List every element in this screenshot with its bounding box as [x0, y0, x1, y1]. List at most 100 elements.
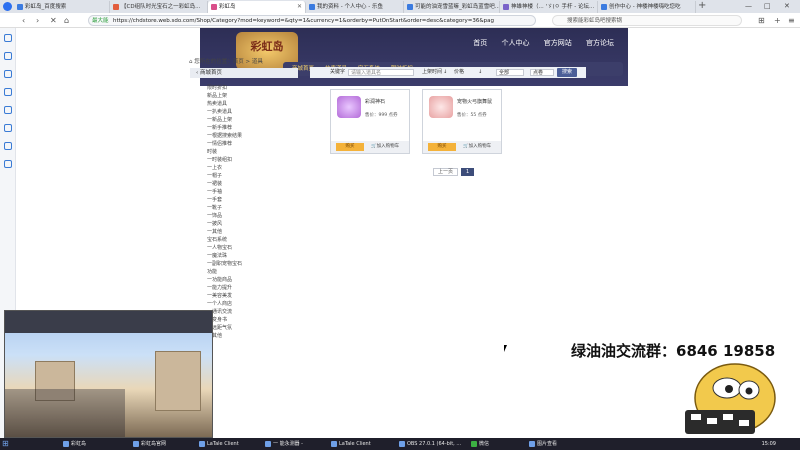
taskbar-item[interactable]: 彩虹岛: [62, 438, 86, 450]
product-image[interactable]: [337, 96, 361, 118]
category-item[interactable]: 一功能商品: [207, 276, 297, 284]
category-item[interactable]: 一通讯交流: [207, 308, 297, 316]
category-item[interactable]: 一手套: [207, 196, 297, 204]
taskbar-item[interactable]: LaTale Client: [330, 438, 371, 450]
browser-tab[interactable]: 神雄神楼（... 'ゞ(ㅇ 手杆 - 论坛...: [500, 1, 598, 13]
product-actions: 购买 🛒加入购物车: [423, 141, 501, 153]
category-item[interactable]: 一副职宠物宝石: [207, 260, 297, 268]
category-item[interactable]: 一魔法珠: [207, 252, 297, 260]
category-item[interactable]: 一新手推荐: [207, 124, 297, 132]
category-item[interactable]: 功能: [207, 268, 297, 276]
category-item[interactable]: 一能力提升: [207, 284, 297, 292]
category-item[interactable]: 一其他: [207, 228, 297, 236]
category-item[interactable]: 热卖道具: [207, 100, 297, 108]
category-header[interactable]: ‹ 商城首页: [190, 68, 298, 78]
forward-icon[interactable]: ›: [36, 14, 39, 27]
product-name[interactable]: 彩润神石: [365, 98, 385, 105]
url-bar[interactable]: 最大能 https://chdstore.web.sdo.com/Shop/Ca…: [88, 15, 536, 26]
category-item[interactable]: 一靴子: [207, 204, 297, 212]
browser-tab[interactable]: 我的资料 - 个人中心 - 乐鱼: [306, 1, 404, 13]
mouse-cursor-icon: [504, 345, 510, 352]
category-item[interactable]: 一饰品: [207, 212, 297, 220]
category-item[interactable]: 一情侣推荐: [207, 140, 297, 148]
close-window-icon[interactable]: ✕: [784, 0, 790, 13]
search-icon[interactable]: [4, 70, 12, 78]
notes-icon[interactable]: [4, 124, 12, 132]
nav-user-center[interactable]: 个人中心: [502, 39, 530, 47]
taskbar: ⊞ 彩虹岛 彩虹岛官网 LaTale Client 一 能永测器 - LaTal…: [0, 438, 800, 450]
prev-page-button[interactable]: 上一页: [433, 168, 459, 176]
keyword-input[interactable]: 请输入道具名: [348, 69, 414, 76]
game-icon[interactable]: [4, 88, 12, 96]
category-item[interactable]: 宝石系统: [207, 236, 297, 244]
category-item[interactable]: 一时装组扣: [207, 156, 297, 164]
app-icon: [529, 441, 535, 447]
buy-button[interactable]: 购买: [428, 143, 456, 151]
maximize-icon[interactable]: □: [764, 0, 771, 13]
category-item[interactable]: 一根据搜索结果: [207, 132, 297, 140]
home-icon[interactable]: ⌂: [64, 14, 69, 27]
category-item[interactable]: 一远距气氛: [207, 324, 297, 332]
nav-home[interactable]: 首页: [473, 39, 487, 47]
category-item[interactable]: 时装: [207, 148, 297, 156]
search-hint-box[interactable]: 搜索能彩虹岛吧搜索锅: [552, 15, 742, 26]
browser-tab[interactable]: 彩虹岛_百度搜索: [14, 1, 110, 13]
category-select[interactable]: 全部: [496, 69, 524, 76]
url-text: https://chdstore.web.sdo.com/Shop/Catego…: [113, 18, 495, 24]
product-image[interactable]: [429, 96, 453, 118]
taskbar-item[interactable]: 彩虹岛官网: [132, 438, 166, 450]
point-select[interactable]: 点卷: [530, 69, 554, 76]
category-item[interactable]: 一个人商店: [207, 300, 297, 308]
category-item[interactable]: 一裙装: [207, 180, 297, 188]
nav-forum[interactable]: 官方论坛: [586, 39, 614, 47]
buy-button[interactable]: 购买: [336, 143, 364, 151]
close-tab-icon[interactable]: ✕: [297, 1, 302, 13]
keyword-label: 关键字: [330, 69, 346, 75]
tab-favicon-icon: [309, 4, 315, 10]
extensions-icon[interactable]: ⊞: [758, 14, 765, 27]
close-page-icon[interactable]: ✕: [50, 14, 57, 27]
taskbar-item[interactable]: 图片查看: [528, 438, 557, 450]
taskbar-item[interactable]: LaTale Client: [198, 438, 239, 450]
history-icon[interactable]: [4, 52, 12, 60]
date-sort[interactable]: ↓: [443, 67, 447, 78]
start-icon[interactable]: ⊞: [2, 438, 9, 450]
back-icon[interactable]: ‹: [22, 14, 25, 27]
minimize-icon[interactable]: —: [745, 0, 752, 13]
category-item[interactable]: 一上衣: [207, 164, 297, 172]
category-item[interactable]: 限时折扣: [207, 84, 297, 92]
taskbar-item[interactable]: 一 能永测器 -: [264, 438, 303, 450]
browser-logo-icon[interactable]: [3, 2, 12, 11]
browser-tab[interactable]: 可能的油宠雪蓝嘛_彩虹岛蓝雪吧...: [404, 1, 500, 13]
nav-official-site[interactable]: 官方网站: [544, 39, 572, 47]
browser-tab-active[interactable]: 彩虹岛 ✕: [208, 1, 306, 13]
taskbar-item[interactable]: OBS 27.0.1 (64-bit, ...: [398, 438, 461, 450]
chat-icon[interactable]: [4, 160, 12, 168]
category-item[interactable]: 一披风: [207, 220, 297, 228]
browser-tab[interactable]: 创作中心 - 神楼神楼嗨吃您吃: [598, 1, 696, 13]
download-icon[interactable]: [4, 106, 12, 114]
new-tab-icon[interactable]: +: [698, 0, 706, 12]
mail-icon[interactable]: [4, 142, 12, 150]
category-item[interactable]: 一其他: [207, 332, 297, 340]
search-button[interactable]: 搜索: [557, 68, 577, 77]
favorites-icon[interactable]: [4, 34, 12, 42]
category-item[interactable]: 一扒卖道具: [207, 108, 297, 116]
category-item[interactable]: 一手袖: [207, 188, 297, 196]
menu-icon[interactable]: ≡: [788, 14, 795, 27]
category-item[interactable]: 一新品上架: [207, 116, 297, 124]
price-sort[interactable]: ↓: [478, 67, 482, 78]
add-icon[interactable]: +: [774, 14, 781, 27]
add-to-cart-button[interactable]: 🛒加入购物车: [463, 143, 491, 151]
add-to-cart-button[interactable]: 🛒加入购物车: [371, 143, 399, 151]
product-name[interactable]: 宠物火弓旗舞鼠: [457, 98, 492, 105]
category-item[interactable]: 一人物宝石: [207, 244, 297, 252]
taskbar-item[interactable]: 微信: [470, 438, 489, 450]
clock[interactable]: 15:09: [762, 438, 776, 450]
category-item[interactable]: 一美容美发: [207, 292, 297, 300]
category-item[interactable]: 一帽子: [207, 172, 297, 180]
browser-tab[interactable]: 【CD组队时光宝石之一彩虹岛...: [110, 1, 208, 13]
current-page[interactable]: 1: [461, 168, 475, 176]
category-item[interactable]: 一变身书: [207, 316, 297, 324]
category-item[interactable]: 新品上架: [207, 92, 297, 100]
